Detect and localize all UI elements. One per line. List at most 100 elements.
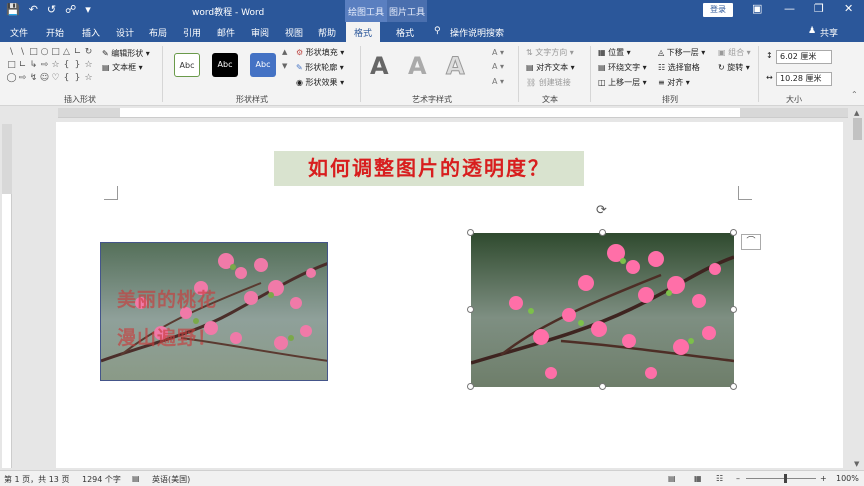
language-indicator[interactable]: 英语(美国) [152,474,190,485]
print-layout-icon[interactable]: ▦ [694,474,702,483]
zoom-out-icon[interactable]: – [736,474,740,483]
vertical-ruler[interactable] [2,124,12,468]
ribbon-display-icon[interactable]: ▣ [752,2,762,15]
resize-handle-top[interactable] [599,229,606,236]
resize-handle-bottom[interactable] [599,383,606,390]
shape-brace-icon: } [74,73,81,83]
shape-height-input[interactable]: 6.02 厘米 [776,50,832,64]
tab-review[interactable]: 审阅 [251,26,269,39]
shape-style-blue[interactable]: Abc [250,53,276,77]
selection-pane-button[interactable]: ☷ 选择窗格 [658,62,700,73]
undo-icon[interactable]: ↶ [29,3,38,16]
text-direction-button[interactable]: ⇅ 文字方向 ▾ [526,47,574,58]
proofing-icon[interactable]: ▤ [132,474,140,483]
bring-forward-button[interactable]: ◫ 上移一层 ▾ [598,77,647,88]
tab-references[interactable]: 引用 [183,26,201,39]
resize-handle-bottom-right[interactable] [730,383,737,390]
resize-handle-left[interactable] [467,306,474,313]
shape-oval-icon: ○ [40,47,49,57]
resize-handle-right[interactable] [730,306,737,313]
web-layout-icon[interactable]: ☷ [716,474,723,483]
wordart-style-3[interactable]: A [446,52,466,81]
tab-help[interactable]: 帮助 [318,26,336,39]
align-button[interactable]: ≡ 对齐 ▾ [658,77,690,88]
layout-options-icon[interactable]: ⌒ [741,234,761,250]
maximize-icon[interactable]: ❐ [814,2,824,15]
minimize-icon[interactable]: — [784,2,795,15]
create-link-button[interactable]: ⛓ 创建链接 [526,77,571,88]
edit-shape-button[interactable]: ✎ 编辑形状 ▾ [102,48,150,59]
text-outline-icon[interactable]: A ▾ [492,62,504,71]
tab-home[interactable]: 开始 [46,26,64,39]
zoom-level[interactable]: 100% [836,474,859,483]
style-scroll-up-icon[interactable]: ▲ [282,48,287,56]
shape-gallery[interactable]: \ \ □ ○ □ △ ∟ ↻ □ ∟ ↳ ⇨ ☆{} ☆ ◯ ⇨ ↯ ☺ ♡{} ☆ [6,47,94,91]
document-heading[interactable]: 如何调整图片的透明度？ [274,151,584,186]
horizontal-ruler[interactable] [58,108,848,118]
status-bar: 第 1 页，共 13 页 1294 个字 ▤ 英语(美国) ▤ ▦ ☷ – + … [0,470,864,486]
tell-me-search[interactable]: 操作说明搜索 [450,26,504,39]
zoom-slider-track[interactable] [746,478,816,479]
text-fill-icon[interactable]: A ▾ [492,48,504,57]
text-box-button[interactable]: ▤ 文本框 ▾ [102,62,143,73]
focus-mode-icon[interactable]: ▤ [668,474,676,483]
shape-style-white[interactable]: Abc [174,53,200,77]
wordart-style-2[interactable]: A [408,52,427,80]
share-button[interactable]: 共享 [820,26,838,39]
customize-icon[interactable]: ▾ [85,3,91,16]
scroll-down-icon[interactable]: ▼ [854,460,859,468]
group-button[interactable]: ▣ 组合 ▾ [718,47,751,58]
context-tab-drawing-tools: 绘图工具 [345,0,387,22]
wordart-style-1[interactable]: A [370,52,389,80]
tab-format-picture[interactable]: 格式 [396,26,414,39]
vertical-scrollbar[interactable]: ▲ ▼ [851,108,864,470]
zoom-slider-thumb[interactable] [784,474,787,483]
style-scroll-down-icon[interactable]: ▼ [282,62,287,70]
margin-corner-mark [104,186,118,200]
shape-width-input[interactable]: 10.28 厘米 [776,72,832,86]
picture-peach-blossom-with-text[interactable]: 美丽的桃花 漫山遍野！ [100,242,328,381]
align-text-button[interactable]: ▤ 对齐文本 ▾ [526,62,575,73]
shape-outline-button[interactable]: ✎ 形状轮廓 ▾ [296,62,344,73]
resize-handle-bottom-left[interactable] [467,383,474,390]
peach-blossom-image [101,243,327,380]
page-count[interactable]: 第 1 页，共 13 页 [4,474,69,485]
position-button[interactable]: ▦ 位置 ▾ [598,47,631,58]
login-button[interactable]: 登录 [703,3,733,17]
picture-peach-blossom-selected[interactable] [471,233,734,387]
text-effects-icon[interactable]: A ▾ [492,77,504,86]
send-backward-button[interactable]: ◬ 下移一层 ▾ [658,47,705,58]
word-count[interactable]: 1294 个字 [82,474,121,485]
tab-mailings[interactable]: 邮件 [217,26,235,39]
group-label: 组合 [728,48,745,57]
create-link-label: 创建链接 [538,78,571,87]
rotate-handle-icon[interactable]: ⟳ [596,203,607,218]
tab-file[interactable]: 文件 [10,26,28,39]
zoom-in-icon[interactable]: + [820,474,827,483]
wrap-text-button[interactable]: ▤ 环绕文字 ▾ [598,62,647,73]
tab-layout[interactable]: 布局 [149,26,167,39]
ribbon: \ \ □ ○ □ △ ∟ ↻ □ ∟ ↳ ⇨ ☆{} ☆ ◯ ⇨ ↯ ☺ ♡{} ☆ ✎ 编辑形状 ▾ ▤ 文本… [0,42,864,106]
tab-format-drawing[interactable]: 格式 [346,22,381,42]
tab-insert[interactable]: 插入 [82,26,100,39]
close-icon[interactable]: ✕ [844,2,853,15]
scrollbar-thumb[interactable] [853,118,862,140]
height-icon: ↕ [766,51,773,60]
group-label-size: 大小 [786,95,802,104]
resize-handle-top-left[interactable] [467,229,474,236]
touch-mode-icon[interactable]: ☍ [65,3,76,16]
redo-icon[interactable]: ↺ [47,3,56,16]
resize-handle-top-right[interactable] [730,229,737,236]
shape-fill-button[interactable]: ⚙ 形状填充 ▾ [296,47,344,58]
rotate-button[interactable]: ↻ 旋转 ▾ [718,62,750,73]
tab-view[interactable]: 视图 [285,26,303,39]
save-icon[interactable]: 💾 [6,3,20,16]
shape-brace-icon: } [74,60,81,70]
collapse-ribbon-icon[interactable]: ⌃ [851,90,858,99]
margin-corner-mark [738,186,752,200]
tab-design[interactable]: 设计 [116,26,134,39]
scroll-up-icon[interactable]: ▲ [854,109,859,117]
shape-effects-label: 形状效果 [305,78,338,87]
shape-style-black[interactable]: Abc [212,53,238,77]
shape-effects-button[interactable]: ◉ 形状效果 ▾ [296,77,344,88]
